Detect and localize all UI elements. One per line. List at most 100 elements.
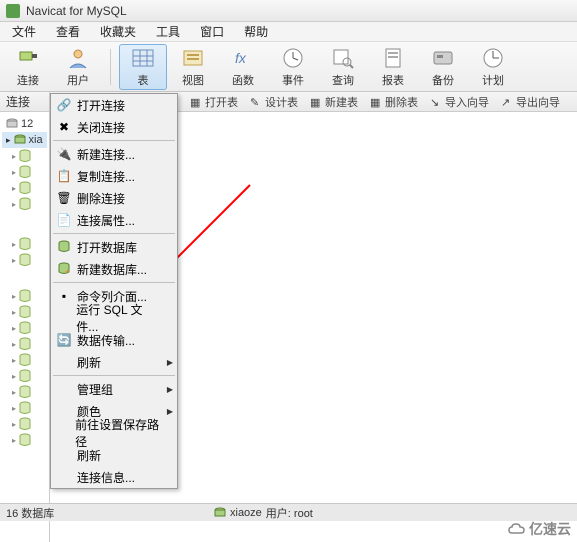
ctx-new-conn[interactable]: 🔌新建连接... [51,143,177,165]
sb-export[interactable]: ↗导出向导 [501,94,560,110]
cylinder-icon [18,337,32,351]
expand-icon[interactable]: ▸ [12,240,16,249]
titlebar: Navicat for MySQL [0,0,577,22]
expand-icon[interactable]: ▸ [12,356,16,365]
ctx-run-sql[interactable]: 运行 SQL 文件... [51,307,177,329]
tb-table[interactable]: 表 [119,44,167,90]
app-title: Navicat for MySQL [26,4,127,18]
ctx-goto-path[interactable]: 前往设置保存路径 [51,422,177,444]
menu-window[interactable]: 窗口 [190,21,234,42]
expand-icon[interactable]: ▸ [12,308,16,317]
blank-icon [55,309,72,327]
tb-plan[interactable]: 计划 [469,44,517,90]
ctx-refresh2[interactable]: 刷新 [51,444,177,466]
blank-icon [55,424,71,442]
cylinder-icon [18,433,32,447]
cylinder-icon [18,353,32,367]
ctx-open-conn[interactable]: 🔗打开连接 [51,94,177,116]
main-toolbar: 连接 用户 表 视图 fx 函数 事件 查询 报表 备份 计划 [0,42,577,92]
expand-icon[interactable]: ▸ [12,340,16,349]
menu-file[interactable]: 文件 [2,21,46,42]
db-leaf[interactable]: ▸ [10,148,47,164]
expand-icon[interactable]: ▸ [12,372,16,381]
expand-icon[interactable]: ▸ [12,200,16,209]
ctx-refresh[interactable]: 刷新▶ [51,351,177,373]
db-leaf[interactable]: ▸ [10,336,47,352]
ctx-open-db[interactable]: 打开数据库 [51,236,177,258]
ctx-conn-info[interactable]: 连接信息... [51,466,177,488]
query-icon [331,46,355,70]
db-leaf[interactable]: ▸ [10,164,47,180]
ctx-close-conn[interactable]: ✖关闭连接 [51,116,177,138]
backup-icon [431,46,455,70]
expand-icon[interactable]: ▸ [6,135,11,146]
db-leaf[interactable]: ▸ [10,180,47,196]
cylinder-icon [18,321,32,335]
expand-icon[interactable]: ▸ [12,184,16,193]
menu-tools[interactable]: 工具 [146,21,190,42]
close-icon: ✖ [55,118,73,136]
cylinder-icon [18,181,32,195]
db-leaf[interactable]: ▸ [10,236,47,252]
menu-view[interactable]: 查看 [46,21,90,42]
cylinder-icon [18,197,32,211]
tb-event[interactable]: 事件 [269,44,317,90]
sb-new-table[interactable]: ▦新建表 [310,94,358,110]
event-icon [281,46,305,70]
copy-icon: 📋 [55,167,73,185]
tb-connect[interactable]: 连接 [4,44,52,90]
cylinder-icon [18,401,32,415]
db-icon [214,507,226,519]
submenu-arrow-icon: ▶ [167,385,173,394]
db-leaf[interactable]: ▸ [10,288,47,304]
db-leaf[interactable]: ▸ [10,320,47,336]
menu-help[interactable]: 帮助 [234,21,278,42]
tree-item-xia[interactable]: ▸ xia [2,132,47,148]
tb-function[interactable]: fx 函数 [219,44,267,90]
ctx-copy-conn[interactable]: 📋复制连接... [51,165,177,187]
tb-user[interactable]: 用户 [54,44,102,90]
expand-icon[interactable]: ▸ [12,152,16,161]
tb-backup[interactable]: 备份 [419,44,467,90]
ctx-conn-props[interactable]: 📄连接属性... [51,209,177,231]
newdb-icon: + [55,260,73,278]
tb-view[interactable]: 视图 [169,44,217,90]
ctx-group[interactable]: 管理组▶ [51,378,177,400]
watermark-text: 亿速云 [529,519,571,539]
db-leaf[interactable]: ▸ [10,304,47,320]
db-leaf[interactable]: ▸ [10,196,47,212]
sb-import[interactable]: ↘导入向导 [430,94,489,110]
expand-icon[interactable]: ▸ [12,420,16,429]
db-leaf[interactable]: ▸ [10,432,47,448]
db-leaf[interactable]: ▸ [10,416,47,432]
expand-icon[interactable]: ▸ [12,292,16,301]
expand-icon[interactable]: ▸ [12,404,16,413]
blank-icon [55,468,73,486]
tb-report[interactable]: 报表 [369,44,417,90]
db-icon [14,134,26,146]
tree-item-12[interactable]: 12 [2,116,47,132]
expand-icon[interactable]: ▸ [12,324,16,333]
delete-icon: 🗑 [55,189,73,207]
expand-icon[interactable]: ▸ [12,168,16,177]
statusbar: 16 数据库 xiaoze 用户: root [0,503,577,521]
expand-icon[interactable]: ▸ [12,256,16,265]
expand-icon[interactable]: ▸ [12,436,16,445]
table-icon [131,46,155,70]
ctx-new-db[interactable]: +新建数据库... [51,258,177,280]
ctx-divider [53,282,175,283]
sb-design-table[interactable]: ✎设计表 [250,94,298,110]
db-leaf[interactable]: ▸ [10,368,47,384]
ctx-delete-conn[interactable]: 🗑删除连接 [51,187,177,209]
expand-icon[interactable]: ▸ [12,388,16,397]
db-leaf[interactable]: ▸ [10,384,47,400]
menu-fav[interactable]: 收藏夹 [90,21,146,42]
db-leaf[interactable]: ▸ [10,400,47,416]
status-user: 用户: root [266,505,313,521]
db-leaf[interactable]: ▸ [10,252,47,268]
ctx-transfer[interactable]: 🔄数据传输... [51,329,177,351]
db-leaf[interactable]: ▸ [10,352,47,368]
tb-query[interactable]: 查询 [319,44,367,90]
sb-delete-table[interactable]: ▦删除表 [370,94,418,110]
sb-open-table[interactable]: ▦打开表 [190,94,238,110]
